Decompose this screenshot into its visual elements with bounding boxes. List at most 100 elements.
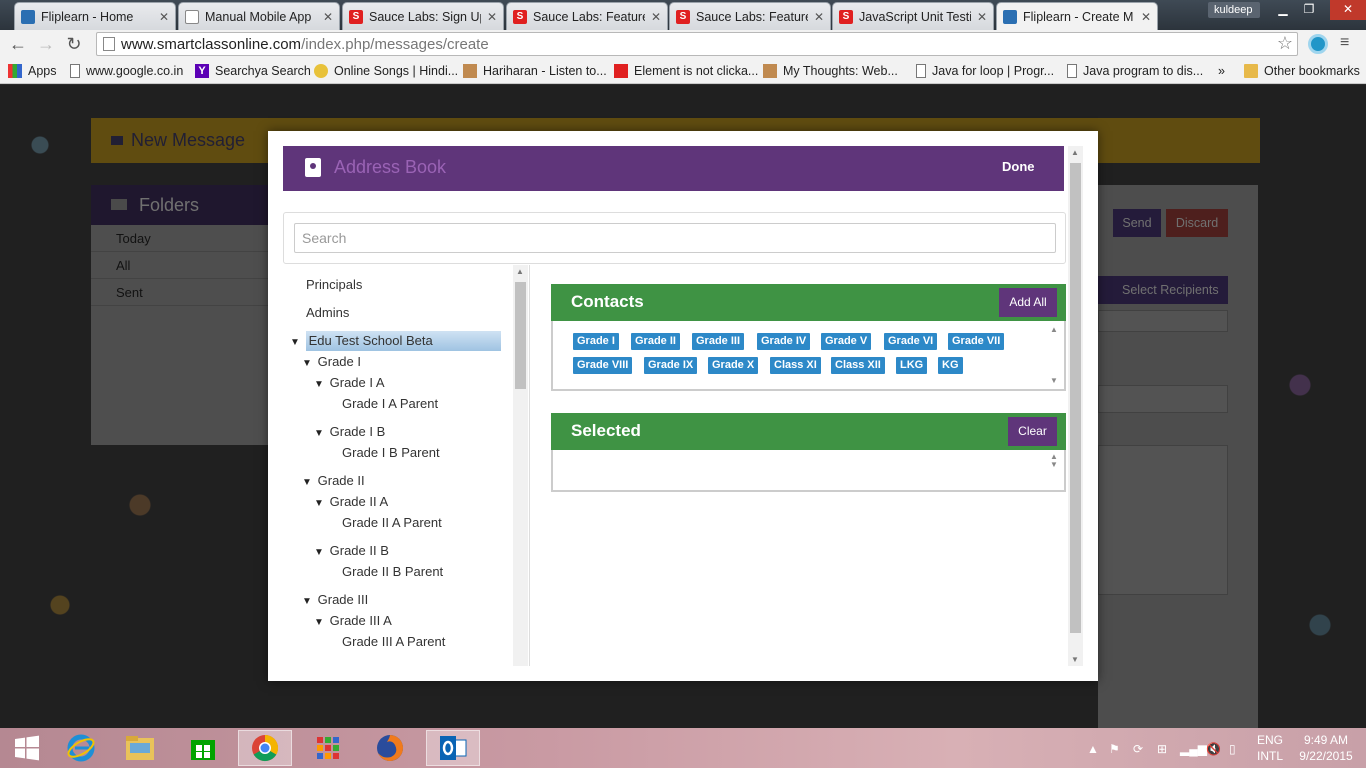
tree-node-section[interactable]: ▼ Grade II B (314, 541, 389, 561)
contact-chip[interactable]: Grade V (821, 333, 872, 350)
scrollbar-thumb[interactable] (1070, 163, 1081, 633)
expand-arrow-icon[interactable]: ▼ (302, 592, 314, 612)
back-icon[interactable]: ← (6, 33, 30, 55)
contact-chip[interactable]: Grade VIII (573, 357, 633, 374)
forward-icon[interactable]: → (34, 33, 58, 55)
start-button[interactable] (0, 730, 54, 766)
contact-chip[interactable]: Grade II (631, 333, 680, 350)
tree-node-grade[interactable]: ▼ Grade I (302, 352, 361, 372)
contact-chip[interactable]: Grade I (573, 333, 619, 350)
tree-node-admins[interactable]: Admins (306, 303, 349, 323)
bookmark-item[interactable]: www.google.co.in (70, 62, 183, 80)
contact-chip[interactable]: KG (938, 357, 963, 374)
reload-icon[interactable]: ↻ (62, 33, 86, 55)
restore-icon[interactable]: ❐ (1296, 0, 1322, 20)
bookmark-item[interactable]: Java program to dis... (1067, 62, 1203, 80)
tree-scrollbar[interactable]: ▲ (513, 265, 528, 666)
bookmark-apps[interactable]: Apps (8, 62, 57, 80)
bookmark-item[interactable]: Y Searchya Search (195, 62, 311, 80)
tree-node-section[interactable]: ▼ Grade II A (314, 492, 388, 512)
apps-grid-button[interactable] (301, 730, 355, 766)
address-bar[interactable]: www.smartclassonline.com/index.php/messa… (96, 32, 1298, 56)
browser-tab[interactable]: Manual Mobile App ✕ (178, 2, 340, 30)
show-hidden-icons-icon[interactable]: ▲ (1087, 742, 1099, 756)
bookmark-item[interactable]: Hariharan - Listen to... (463, 62, 607, 80)
file-explorer-button[interactable] (113, 730, 167, 766)
contact-chip[interactable]: Class XII (831, 357, 885, 374)
bookmark-item[interactable]: Element is not clicka... (614, 62, 758, 80)
close-icon[interactable]: ✕ (977, 10, 987, 24)
outlook-button[interactable] (426, 730, 480, 766)
tree-node-parent[interactable]: Grade II A Parent (342, 513, 442, 533)
scroll-down-icon[interactable]: ▼ (1050, 460, 1062, 469)
contact-chip[interactable]: Grade VII (948, 333, 1005, 350)
browser-tab-active[interactable]: Fliplearn - Create M ✕ (996, 2, 1158, 30)
expand-arrow-icon[interactable]: ▼ (302, 354, 314, 374)
tree-node-parent[interactable]: Grade II B Parent (342, 562, 443, 582)
scroll-up-icon[interactable]: ▲ (516, 267, 524, 276)
add-all-button[interactable]: Add All (999, 288, 1057, 317)
browser-tab[interactable]: S JavaScript Unit Testin ✕ (832, 2, 994, 30)
bookmark-item[interactable]: My Thoughts: Web... (763, 62, 898, 80)
bookmark-item[interactable]: Online Songs | Hindi... (314, 62, 458, 80)
close-icon[interactable]: ✕ (814, 10, 824, 24)
url-text[interactable]: www.smartclassonline.com/index.php/messa… (121, 36, 489, 53)
other-bookmarks[interactable]: Other bookmarks (1244, 62, 1360, 80)
clear-button[interactable]: Clear (1008, 417, 1057, 446)
minimize-icon[interactable]: ▁ (1270, 0, 1296, 20)
firefox-button[interactable] (363, 730, 417, 766)
scroll-up-icon[interactable]: ▲ (1050, 325, 1062, 334)
contact-chip[interactable]: Grade X (708, 357, 759, 374)
extension-icon[interactable] (1308, 34, 1328, 54)
contact-chip[interactable]: Class XI (770, 357, 821, 374)
window-close-icon[interactable]: ✕ (1330, 0, 1366, 20)
search-input[interactable] (294, 223, 1056, 253)
sync-icon[interactable]: ⟳ (1133, 742, 1143, 756)
expand-arrow-icon[interactable]: ▼ (314, 543, 326, 563)
tree-node-parent[interactable]: Grade III A Parent (342, 632, 445, 652)
store-button[interactable] (176, 730, 230, 766)
scroll-down-icon[interactable]: ▼ (1071, 655, 1079, 664)
close-icon[interactable]: ✕ (159, 10, 169, 24)
contact-chip[interactable]: Grade VI (884, 333, 938, 350)
browser-tab[interactable]: S Sauce Labs: Features ✕ (669, 2, 831, 30)
system-clock[interactable]: 9:49 AM 9/22/2015 (1296, 732, 1356, 764)
internet-explorer-button[interactable] (54, 730, 108, 766)
tree-node-section[interactable]: ▼ Grade III A (314, 611, 392, 631)
network-signal-icon[interactable]: ▂▄▆ (1180, 742, 1207, 756)
close-icon[interactable]: ✕ (323, 10, 333, 24)
expand-arrow-icon[interactable]: ▼ (314, 613, 326, 633)
language-indicator[interactable]: ENG INTL (1257, 732, 1283, 764)
close-icon[interactable]: ✕ (487, 10, 497, 24)
scrollbar-thumb[interactable] (515, 282, 526, 389)
close-icon[interactable]: ✕ (651, 10, 661, 24)
profile-button[interactable]: kuldeep (1208, 2, 1260, 18)
tree-node-section[interactable]: ▼ Grade I A (314, 373, 385, 393)
tree-node-section[interactable]: ▼ Grade I B (314, 422, 385, 442)
power-icon[interactable]: ▯ (1229, 742, 1236, 756)
bookmarks-overflow[interactable]: » (1218, 62, 1225, 80)
action-center-flag-icon[interactable]: ⚑ (1109, 742, 1120, 756)
expand-arrow-icon[interactable]: ▼ (314, 424, 326, 444)
tree-node-parent[interactable]: Grade I B Parent (342, 443, 440, 463)
browser-tab[interactable]: S Sauce Labs: Sign Up ✕ (342, 2, 504, 30)
done-button[interactable]: Done (1002, 159, 1035, 174)
tree-node-school[interactable]: ▼ Edu Test School Beta (290, 331, 502, 351)
windows-tray-icon[interactable]: ⊞ (1157, 742, 1167, 756)
contact-chip[interactable]: Grade IV (757, 333, 811, 350)
scroll-down-icon[interactable]: ▼ (1050, 376, 1062, 385)
browser-menu-icon[interactable]: ≡ (1340, 34, 1356, 52)
close-icon[interactable]: ✕ (1141, 10, 1151, 24)
volume-muted-icon[interactable]: 🔇 (1206, 742, 1221, 756)
tree-node-grade[interactable]: ▼ Grade III (302, 590, 368, 610)
expand-arrow-icon[interactable]: ▼ (302, 473, 314, 493)
expand-arrow-icon[interactable]: ▼ (314, 375, 326, 395)
browser-tab[interactable]: S Sauce Labs: Features ✕ (506, 2, 668, 30)
contact-chip[interactable]: LKG (896, 357, 928, 374)
scroll-up-icon[interactable]: ▲ (1071, 148, 1079, 157)
tree-node-principals[interactable]: Principals (306, 275, 362, 295)
contact-chip[interactable]: Grade III (692, 333, 745, 350)
browser-tab[interactable]: Fliplearn - Home ✕ (14, 2, 176, 30)
tree-node-grade[interactable]: ▼ Grade II (302, 471, 365, 491)
bookmark-item[interactable]: Java for loop | Progr... (916, 62, 1054, 80)
